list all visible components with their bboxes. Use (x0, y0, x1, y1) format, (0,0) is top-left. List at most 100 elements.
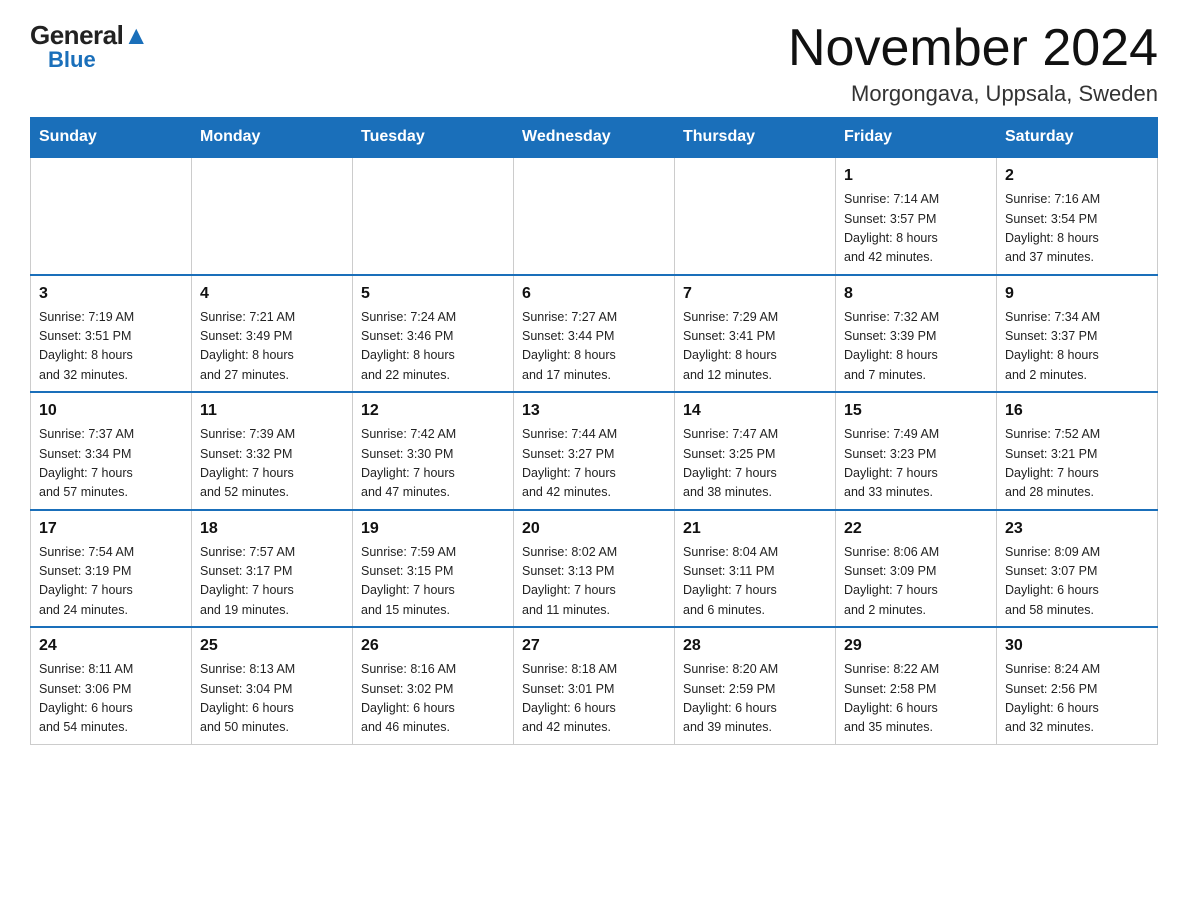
sun-info: Sunrise: 8:11 AM Sunset: 3:06 PM Dayligh… (39, 660, 183, 738)
day-number: 10 (39, 399, 183, 423)
day-number: 11 (200, 399, 344, 423)
page-header: General▲ Blue November 2024 Morgongava, … (30, 20, 1158, 107)
sun-info: Sunrise: 7:52 AM Sunset: 3:21 PM Dayligh… (1005, 425, 1149, 503)
calendar-day-header: Thursday (675, 118, 836, 158)
sun-info: Sunrise: 7:34 AM Sunset: 3:37 PM Dayligh… (1005, 308, 1149, 386)
day-number: 4 (200, 282, 344, 306)
sun-info: Sunrise: 8:18 AM Sunset: 3:01 PM Dayligh… (522, 660, 666, 738)
logo-blue-text: Blue (48, 47, 96, 73)
sun-info: Sunrise: 8:16 AM Sunset: 3:02 PM Dayligh… (361, 660, 505, 738)
day-number: 21 (683, 517, 827, 541)
calendar-cell: 24Sunrise: 8:11 AM Sunset: 3:06 PM Dayli… (31, 627, 192, 744)
calendar-week-row: 10Sunrise: 7:37 AM Sunset: 3:34 PM Dayli… (31, 392, 1158, 510)
sun-info: Sunrise: 7:47 AM Sunset: 3:25 PM Dayligh… (683, 425, 827, 503)
month-title: November 2024 (788, 20, 1158, 77)
day-number: 30 (1005, 634, 1149, 658)
day-number: 8 (844, 282, 988, 306)
sun-info: Sunrise: 7:19 AM Sunset: 3:51 PM Dayligh… (39, 308, 183, 386)
calendar-cell: 26Sunrise: 8:16 AM Sunset: 3:02 PM Dayli… (353, 627, 514, 744)
calendar-cell: 8Sunrise: 7:32 AM Sunset: 3:39 PM Daylig… (836, 275, 997, 393)
sun-info: Sunrise: 7:49 AM Sunset: 3:23 PM Dayligh… (844, 425, 988, 503)
sun-info: Sunrise: 8:24 AM Sunset: 2:56 PM Dayligh… (1005, 660, 1149, 738)
sun-info: Sunrise: 8:02 AM Sunset: 3:13 PM Dayligh… (522, 543, 666, 621)
day-number: 27 (522, 634, 666, 658)
day-number: 22 (844, 517, 988, 541)
calendar-cell: 4Sunrise: 7:21 AM Sunset: 3:49 PM Daylig… (192, 275, 353, 393)
calendar-day-header: Wednesday (514, 118, 675, 158)
calendar-cell (514, 157, 675, 275)
calendar-cell: 21Sunrise: 8:04 AM Sunset: 3:11 PM Dayli… (675, 510, 836, 628)
day-number: 15 (844, 399, 988, 423)
calendar-cell (353, 157, 514, 275)
calendar-cell: 20Sunrise: 8:02 AM Sunset: 3:13 PM Dayli… (514, 510, 675, 628)
calendar-week-row: 3Sunrise: 7:19 AM Sunset: 3:51 PM Daylig… (31, 275, 1158, 393)
day-number: 19 (361, 517, 505, 541)
calendar-cell (675, 157, 836, 275)
day-number: 12 (361, 399, 505, 423)
calendar-day-header: Saturday (997, 118, 1158, 158)
sun-info: Sunrise: 8:13 AM Sunset: 3:04 PM Dayligh… (200, 660, 344, 738)
day-number: 24 (39, 634, 183, 658)
sun-info: Sunrise: 7:59 AM Sunset: 3:15 PM Dayligh… (361, 543, 505, 621)
calendar-cell: 17Sunrise: 7:54 AM Sunset: 3:19 PM Dayli… (31, 510, 192, 628)
day-number: 20 (522, 517, 666, 541)
calendar-cell: 2Sunrise: 7:16 AM Sunset: 3:54 PM Daylig… (997, 157, 1158, 275)
calendar-cell: 11Sunrise: 7:39 AM Sunset: 3:32 PM Dayli… (192, 392, 353, 510)
calendar-cell: 9Sunrise: 7:34 AM Sunset: 3:37 PM Daylig… (997, 275, 1158, 393)
sun-info: Sunrise: 7:42 AM Sunset: 3:30 PM Dayligh… (361, 425, 505, 503)
sun-info: Sunrise: 7:24 AM Sunset: 3:46 PM Dayligh… (361, 308, 505, 386)
day-number: 13 (522, 399, 666, 423)
calendar-week-row: 1Sunrise: 7:14 AM Sunset: 3:57 PM Daylig… (31, 157, 1158, 275)
sun-info: Sunrise: 7:16 AM Sunset: 3:54 PM Dayligh… (1005, 190, 1149, 268)
sun-info: Sunrise: 8:06 AM Sunset: 3:09 PM Dayligh… (844, 543, 988, 621)
calendar-cell: 28Sunrise: 8:20 AM Sunset: 2:59 PM Dayli… (675, 627, 836, 744)
calendar-cell: 3Sunrise: 7:19 AM Sunset: 3:51 PM Daylig… (31, 275, 192, 393)
calendar-table: SundayMondayTuesdayWednesdayThursdayFrid… (30, 117, 1158, 745)
day-number: 7 (683, 282, 827, 306)
calendar-cell: 1Sunrise: 7:14 AM Sunset: 3:57 PM Daylig… (836, 157, 997, 275)
calendar-week-row: 17Sunrise: 7:54 AM Sunset: 3:19 PM Dayli… (31, 510, 1158, 628)
calendar-cell: 19Sunrise: 7:59 AM Sunset: 3:15 PM Dayli… (353, 510, 514, 628)
day-number: 28 (683, 634, 827, 658)
calendar-cell (31, 157, 192, 275)
sun-info: Sunrise: 8:09 AM Sunset: 3:07 PM Dayligh… (1005, 543, 1149, 621)
calendar-cell: 5Sunrise: 7:24 AM Sunset: 3:46 PM Daylig… (353, 275, 514, 393)
calendar-cell: 7Sunrise: 7:29 AM Sunset: 3:41 PM Daylig… (675, 275, 836, 393)
sun-info: Sunrise: 7:37 AM Sunset: 3:34 PM Dayligh… (39, 425, 183, 503)
calendar-cell: 29Sunrise: 8:22 AM Sunset: 2:58 PM Dayli… (836, 627, 997, 744)
calendar-cell: 27Sunrise: 8:18 AM Sunset: 3:01 PM Dayli… (514, 627, 675, 744)
day-number: 5 (361, 282, 505, 306)
calendar-week-row: 24Sunrise: 8:11 AM Sunset: 3:06 PM Dayli… (31, 627, 1158, 744)
logo: General▲ Blue (30, 20, 149, 73)
calendar-cell: 12Sunrise: 7:42 AM Sunset: 3:30 PM Dayli… (353, 392, 514, 510)
calendar-day-header: Sunday (31, 118, 192, 158)
sun-info: Sunrise: 8:22 AM Sunset: 2:58 PM Dayligh… (844, 660, 988, 738)
location-text: Morgongava, Uppsala, Sweden (788, 81, 1158, 107)
day-number: 25 (200, 634, 344, 658)
sun-info: Sunrise: 7:27 AM Sunset: 3:44 PM Dayligh… (522, 308, 666, 386)
calendar-cell: 30Sunrise: 8:24 AM Sunset: 2:56 PM Dayli… (997, 627, 1158, 744)
day-number: 18 (200, 517, 344, 541)
calendar-cell: 10Sunrise: 7:37 AM Sunset: 3:34 PM Dayli… (31, 392, 192, 510)
sun-info: Sunrise: 7:32 AM Sunset: 3:39 PM Dayligh… (844, 308, 988, 386)
calendar-cell: 22Sunrise: 8:06 AM Sunset: 3:09 PM Dayli… (836, 510, 997, 628)
logo-triangle-icon: ▲ (123, 20, 148, 50)
sun-info: Sunrise: 7:29 AM Sunset: 3:41 PM Dayligh… (683, 308, 827, 386)
sun-info: Sunrise: 7:44 AM Sunset: 3:27 PM Dayligh… (522, 425, 666, 503)
day-number: 1 (844, 164, 988, 188)
calendar-cell: 23Sunrise: 8:09 AM Sunset: 3:07 PM Dayli… (997, 510, 1158, 628)
calendar-cell: 6Sunrise: 7:27 AM Sunset: 3:44 PM Daylig… (514, 275, 675, 393)
day-number: 17 (39, 517, 183, 541)
day-number: 16 (1005, 399, 1149, 423)
calendar-cell: 16Sunrise: 7:52 AM Sunset: 3:21 PM Dayli… (997, 392, 1158, 510)
sun-info: Sunrise: 7:39 AM Sunset: 3:32 PM Dayligh… (200, 425, 344, 503)
day-number: 29 (844, 634, 988, 658)
sun-info: Sunrise: 8:04 AM Sunset: 3:11 PM Dayligh… (683, 543, 827, 621)
sun-info: Sunrise: 8:20 AM Sunset: 2:59 PM Dayligh… (683, 660, 827, 738)
day-number: 6 (522, 282, 666, 306)
sun-info: Sunrise: 7:54 AM Sunset: 3:19 PM Dayligh… (39, 543, 183, 621)
calendar-header-row: SundayMondayTuesdayWednesdayThursdayFrid… (31, 118, 1158, 158)
day-number: 2 (1005, 164, 1149, 188)
day-number: 26 (361, 634, 505, 658)
calendar-day-header: Tuesday (353, 118, 514, 158)
